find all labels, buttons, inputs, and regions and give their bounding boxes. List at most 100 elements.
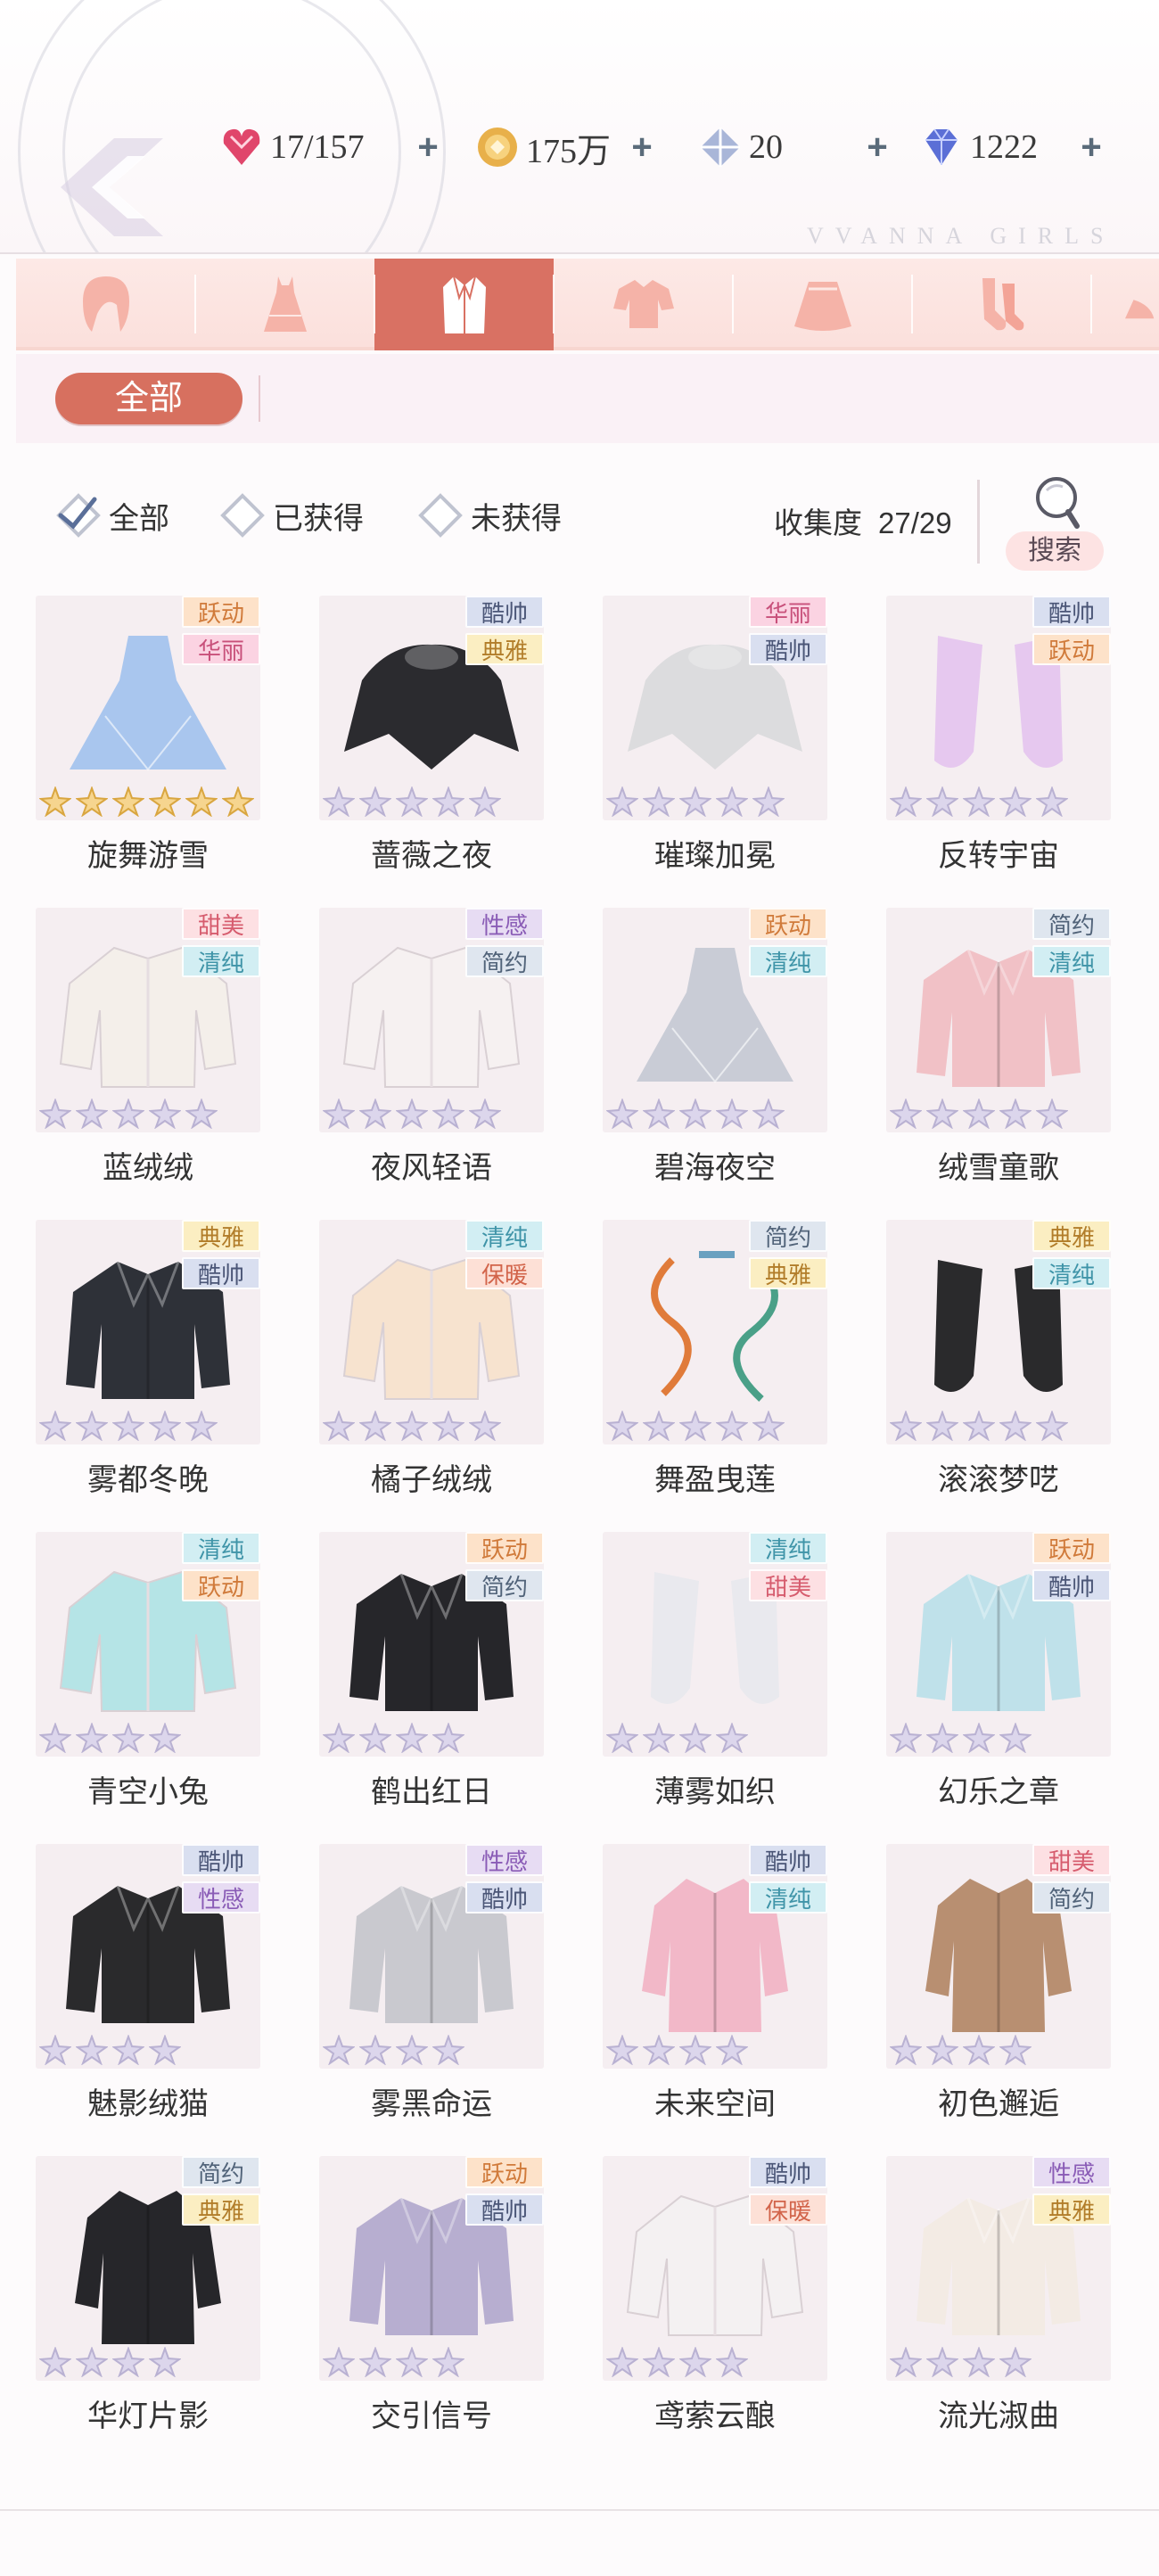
style-tag: 性感 — [182, 1881, 260, 1913]
rarity-stars — [606, 2035, 752, 2065]
item-card[interactable]: 华丽 酷帅 — [603, 596, 827, 820]
star-icon — [76, 2035, 108, 2065]
item-card[interactable]: 性感 酷帅 — [319, 1844, 544, 2069]
item-name: 流光淑曲 — [938, 2399, 1059, 2433]
item-card[interactable]: 简约 清纯 — [886, 908, 1111, 1132]
style-tag: 甜美 — [1032, 1844, 1111, 1876]
star-icon — [222, 786, 254, 817]
style-tag: 酷帅 — [749, 633, 827, 665]
star-icon — [643, 786, 675, 817]
item-card[interactable]: 酷帅 典雅 — [319, 596, 544, 820]
item-card[interactable]: 简约 典雅 — [603, 1220, 827, 1444]
star-icon — [926, 1099, 958, 1129]
item-name: 舞盈曳莲 — [654, 1463, 776, 1497]
star-icon — [112, 1411, 144, 1441]
star-icon — [926, 2347, 958, 2377]
star-icon — [606, 1411, 638, 1441]
star-icon — [999, 1411, 1032, 1441]
star-icon — [396, 1723, 428, 1753]
star-icon — [926, 1723, 958, 1753]
star-icon — [359, 2035, 391, 2065]
style-tag: 甜美 — [182, 908, 260, 940]
star-icon — [396, 2035, 428, 2065]
star-icon — [716, 1723, 748, 1753]
star-icon — [716, 2347, 748, 2377]
item-name: 薄雾如织 — [654, 1775, 776, 1809]
style-tag: 典雅 — [465, 633, 544, 665]
item-card[interactable]: 典雅 清纯 — [886, 1220, 1111, 1444]
star-icon — [432, 1723, 464, 1753]
star-icon — [149, 2035, 181, 2065]
rarity-stars — [323, 2347, 469, 2377]
star-icon — [359, 786, 391, 817]
rarity-stars — [39, 1411, 222, 1441]
star-icon — [716, 2035, 748, 2065]
star-icon — [76, 2347, 108, 2377]
style-tag: 跃动 — [465, 2156, 544, 2188]
star-icon — [890, 1099, 922, 1129]
item-card[interactable]: 清纯 保暖 — [319, 1220, 544, 1444]
star-icon — [606, 786, 638, 817]
star-icon — [323, 1099, 355, 1129]
star-icon — [963, 1723, 995, 1753]
item-name: 蔷薇之夜 — [371, 839, 492, 873]
star-icon — [963, 786, 995, 817]
star-icon — [432, 2347, 464, 2377]
star-icon — [469, 1411, 501, 1441]
style-tag: 酷帅 — [182, 1844, 260, 1876]
style-tag: 性感 — [465, 1844, 544, 1876]
item-card[interactable]: 清纯 跃动 — [36, 1532, 260, 1757]
item-card[interactable]: 跃动 简约 — [319, 1532, 544, 1757]
rarity-stars — [39, 1099, 222, 1129]
star-icon — [112, 1723, 144, 1753]
rarity-stars — [890, 2347, 1036, 2377]
item-card[interactable]: 酷帅 性感 — [36, 1844, 260, 2069]
style-tag: 保暖 — [749, 2193, 827, 2226]
item-card[interactable]: 甜美 简约 — [886, 1844, 1111, 2069]
item-card[interactable]: 简约 典雅 — [36, 2156, 260, 2381]
item-card[interactable]: 跃动 酷帅 — [319, 2156, 544, 2381]
star-icon — [359, 1099, 391, 1129]
style-tag: 典雅 — [1032, 2193, 1111, 2226]
style-tag: 简约 — [1032, 908, 1111, 940]
style-tag: 跃动 — [1032, 1532, 1111, 1564]
item-name: 反转宇宙 — [938, 839, 1059, 873]
star-icon — [396, 2347, 428, 2377]
item-card[interactable]: 跃动 清纯 — [603, 908, 827, 1132]
item-card[interactable]: 甜美 清纯 — [36, 908, 260, 1132]
rarity-stars — [890, 786, 1073, 817]
item-card[interactable]: 酷帅 保暖 — [603, 2156, 827, 2381]
star-icon — [39, 786, 71, 817]
item-name: 碧海夜空 — [654, 1151, 776, 1185]
item-name: 绒雪童歌 — [938, 1151, 1059, 1185]
item-card[interactable]: 清纯 甜美 — [603, 1532, 827, 1757]
rarity-stars — [606, 2347, 752, 2377]
item-card[interactable]: 典雅 酷帅 — [36, 1220, 260, 1444]
star-icon — [396, 1411, 428, 1441]
style-tag: 典雅 — [749, 1257, 827, 1289]
star-icon — [149, 2347, 181, 2377]
style-tag: 跃动 — [749, 908, 827, 940]
item-card[interactable]: 性感 简约 — [319, 908, 544, 1132]
style-tag: 清纯 — [465, 1220, 544, 1252]
star-icon — [679, 1411, 711, 1441]
item-card[interactable]: 酷帅 跃动 — [886, 596, 1111, 820]
style-tag: 跃动 — [1032, 633, 1111, 665]
rarity-stars — [39, 1723, 185, 1753]
star-icon — [469, 786, 501, 817]
style-tag: 简约 — [1032, 1881, 1111, 1913]
star-icon — [39, 2035, 71, 2065]
style-tag: 典雅 — [1032, 1220, 1111, 1252]
star-icon — [76, 1723, 108, 1753]
item-name: 雾都冬晚 — [87, 1463, 209, 1497]
item-card[interactable]: 性感 典雅 — [886, 2156, 1111, 2381]
item-card[interactable]: 跃动 华丽 — [36, 596, 260, 820]
rarity-stars — [323, 1411, 506, 1441]
style-tag: 典雅 — [182, 2193, 260, 2226]
star-icon — [963, 2347, 995, 2377]
item-card[interactable]: 跃动 酷帅 — [886, 1532, 1111, 1757]
item-name: 交引信号 — [371, 2399, 492, 2433]
star-icon — [323, 1723, 355, 1753]
star-icon — [112, 786, 144, 817]
item-card[interactable]: 酷帅 清纯 — [603, 1844, 827, 2069]
